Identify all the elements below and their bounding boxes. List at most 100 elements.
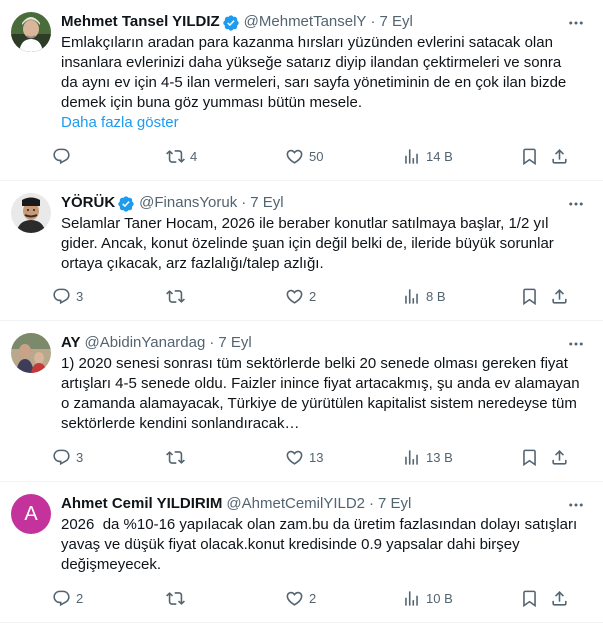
tweet-text: Selamlar Taner Hocam, 2026 ile beraber k… bbox=[61, 215, 554, 272]
reply-count: 2 bbox=[76, 590, 84, 606]
like-button[interactable]: 50 bbox=[285, 146, 323, 166]
views-button[interactable]: 10 B bbox=[402, 588, 453, 608]
bookmark-button[interactable] bbox=[520, 588, 539, 608]
reply-count: 3 bbox=[76, 288, 84, 304]
tweet[interactable]: A Ahmet Cemil YILDIRIM @AhmetCemilYILD2 … bbox=[0, 482, 603, 623]
avatar[interactable] bbox=[11, 12, 51, 52]
avatar[interactable] bbox=[11, 333, 51, 373]
tweet-header: AY @AbidinYanardag · 7 Eyl bbox=[61, 333, 587, 353]
bookmark-icon bbox=[523, 449, 536, 466]
bookmark-button[interactable] bbox=[520, 286, 539, 306]
avatar-photo-icon bbox=[11, 333, 51, 373]
repost-button[interactable]: 4 bbox=[166, 146, 197, 166]
tweet-header: Mehmet Tansel YILDIZ @MehmetTanselY · 7 … bbox=[61, 12, 587, 32]
share-button[interactable] bbox=[550, 146, 569, 166]
tweet-text: 1) 2020 senesi sonrası tüm sektörlerde b… bbox=[61, 355, 580, 432]
tweet-actions: 3 2 8 B bbox=[52, 286, 587, 306]
author-name[interactable]: Mehmet Tansel YILDIZ bbox=[61, 12, 220, 32]
avatar-illustration-icon bbox=[11, 193, 51, 233]
verified-badge-icon bbox=[222, 14, 239, 31]
separator-dot: · bbox=[369, 495, 375, 512]
timeline-feed: Mehmet Tansel YILDIZ @MehmetTanselY · 7 … bbox=[0, 0, 603, 623]
share-icon bbox=[552, 288, 567, 304]
views-button[interactable]: 13 B bbox=[402, 447, 453, 467]
share-icon bbox=[552, 590, 567, 606]
reply-button[interactable]: 3 bbox=[52, 447, 83, 467]
bookmark-icon bbox=[523, 288, 536, 305]
reply-icon bbox=[53, 148, 70, 164]
tweet[interactable]: YÖRÜK @FinansYoruk · 7 Eyl Selamlar Tane… bbox=[0, 181, 603, 321]
separator-dot: · bbox=[241, 194, 247, 211]
like-count: 13 bbox=[309, 449, 324, 465]
timestamp[interactable]: 7 Eyl bbox=[218, 333, 251, 353]
avatar[interactable]: A bbox=[11, 494, 51, 534]
like-icon bbox=[286, 591, 303, 606]
separator-dot: · bbox=[370, 13, 376, 30]
views-icon bbox=[405, 288, 418, 304]
bookmark-button[interactable] bbox=[520, 447, 539, 467]
share-button[interactable] bbox=[550, 447, 569, 467]
tweet-actions: 2 2 10 B bbox=[52, 588, 587, 608]
author-name[interactable]: YÖRÜK bbox=[61, 193, 115, 213]
more-icon[interactable] bbox=[567, 14, 585, 32]
tweet-header: Ahmet Cemil YILDIRIM @AhmetCemilYILD2 · … bbox=[61, 494, 587, 514]
views-icon bbox=[405, 590, 418, 606]
views-icon bbox=[405, 148, 418, 164]
author-handle[interactable]: @MehmetTanselY bbox=[244, 12, 367, 32]
author-handle[interactable]: @AhmetCemilYILD2 bbox=[226, 494, 365, 514]
tweet-header: YÖRÜK @FinansYoruk · 7 Eyl bbox=[61, 193, 587, 213]
author-handle[interactable]: @FinansYoruk bbox=[139, 193, 237, 213]
tweet[interactable]: Mehmet Tansel YILDIZ @MehmetTanselY · 7 … bbox=[0, 0, 603, 181]
share-icon bbox=[552, 148, 567, 164]
repost-button[interactable] bbox=[166, 286, 190, 306]
show-more-link[interactable]: Daha fazla göster bbox=[61, 113, 587, 133]
reply-icon bbox=[53, 590, 70, 606]
like-button[interactable]: 2 bbox=[285, 286, 316, 306]
like-button[interactable]: 13 bbox=[285, 447, 323, 467]
more-icon[interactable] bbox=[567, 496, 585, 514]
timestamp[interactable]: 7 Eyl bbox=[250, 193, 283, 213]
views-count: 13 B bbox=[426, 449, 453, 465]
tweet-actions: 3 13 13 B bbox=[52, 447, 587, 467]
reply-button[interactable]: 2 bbox=[52, 588, 83, 608]
views-count: 10 B bbox=[426, 590, 453, 606]
like-count: 50 bbox=[309, 148, 324, 164]
views-icon bbox=[405, 449, 418, 465]
repost-icon bbox=[166, 591, 185, 605]
reply-button[interactable] bbox=[52, 146, 76, 166]
views-button[interactable]: 14 B bbox=[402, 146, 453, 166]
like-button[interactable]: 2 bbox=[285, 588, 316, 608]
like-count: 2 bbox=[309, 288, 317, 304]
more-icon[interactable] bbox=[567, 195, 585, 213]
like-icon bbox=[286, 149, 303, 164]
share-button[interactable] bbox=[550, 588, 569, 608]
reply-icon bbox=[53, 449, 70, 465]
repost-icon bbox=[166, 450, 185, 464]
timestamp[interactable]: 7 Eyl bbox=[378, 494, 411, 514]
avatar-photo-icon bbox=[11, 12, 51, 52]
author-name[interactable]: AY bbox=[61, 333, 80, 353]
reply-count: 3 bbox=[76, 449, 84, 465]
views-button[interactable]: 8 B bbox=[402, 286, 446, 306]
bookmark-icon bbox=[523, 148, 536, 165]
tweet[interactable]: AY @AbidinYanardag · 7 Eyl 1) 2020 senes… bbox=[0, 321, 603, 482]
bookmark-button[interactable] bbox=[520, 146, 539, 166]
repost-icon bbox=[166, 289, 185, 303]
repost-button[interactable] bbox=[166, 588, 190, 608]
tweet-actions: 4 50 14 B bbox=[52, 146, 587, 166]
share-button[interactable] bbox=[550, 286, 569, 306]
timestamp[interactable]: 7 Eyl bbox=[379, 12, 412, 32]
verified-badge-icon bbox=[118, 195, 134, 212]
author-name[interactable]: Ahmet Cemil YILDIRIM bbox=[61, 494, 222, 514]
repost-button[interactable] bbox=[166, 447, 190, 467]
avatar[interactable] bbox=[11, 193, 51, 233]
tweet-text: 2026 da %10-16 yapılacak olan zam.bu da … bbox=[61, 516, 582, 573]
repost-icon bbox=[166, 149, 185, 163]
like-icon bbox=[286, 450, 303, 465]
author-handle[interactable]: @AbidinYanardag bbox=[84, 333, 205, 353]
separator-dot: · bbox=[209, 334, 215, 351]
views-count: 14 B bbox=[426, 148, 453, 164]
reply-button[interactable]: 3 bbox=[52, 286, 83, 306]
more-icon[interactable] bbox=[567, 335, 585, 353]
like-count: 2 bbox=[309, 590, 317, 606]
